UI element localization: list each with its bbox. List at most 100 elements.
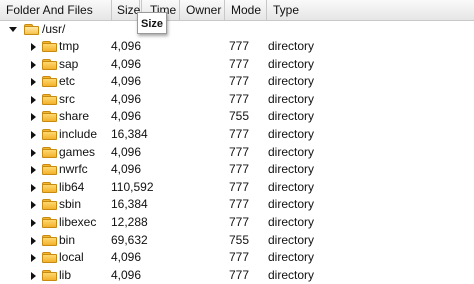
entry-size: 4,096 — [111, 74, 142, 89]
folder-icon — [42, 93, 57, 105]
folder-icon — [42, 58, 57, 70]
entry-type: directory — [268, 91, 315, 106]
entry-type: directory — [268, 144, 315, 159]
entry-mode: 777 — [229, 74, 250, 89]
expand-arrow-icon[interactable] — [9, 27, 17, 32]
tree-row[interactable]: libexec 12,288 777 directory — [0, 214, 474, 232]
collapse-arrow-icon[interactable] — [31, 218, 36, 227]
entry-name: local — [59, 250, 84, 265]
collapse-arrow-icon[interactable] — [31, 130, 36, 139]
header-type[interactable]: Type — [267, 0, 474, 20]
collapse-arrow-icon[interactable] — [31, 183, 36, 192]
folder-icon — [42, 181, 57, 193]
entry-name: lib64 — [59, 179, 85, 194]
entry-name: sbin — [59, 197, 82, 212]
entry-size: 16,384 — [111, 126, 148, 141]
tree-row[interactable]: games 4,096 777 directory — [0, 144, 474, 162]
entry-type: directory — [268, 162, 315, 177]
entry-size: 4,096 — [111, 144, 142, 159]
collapse-arrow-icon[interactable] — [31, 78, 36, 87]
tree-row[interactable]: share 4,096 755 directory — [0, 108, 474, 126]
tree-row[interactable]: sap 4,096 777 directory — [0, 56, 474, 74]
entry-size: 110,592 — [111, 179, 154, 194]
tree-row[interactable]: etc 4,096 777 directory — [0, 73, 474, 91]
entry-name: tmp — [59, 39, 80, 53]
entry-mode: 777 — [229, 39, 250, 53]
entry-mode: 755 — [229, 232, 250, 247]
tree-row[interactable]: include 16,384 777 directory — [0, 126, 474, 144]
tree-row-root[interactable]: /usr/ — [0, 21, 474, 38]
tree-row[interactable]: sbin 16,384 777 directory — [0, 196, 474, 214]
entry-name: lib — [59, 267, 72, 282]
folder-icon — [42, 111, 57, 123]
entry-size: 4,096 — [111, 109, 142, 124]
folder-icon — [42, 76, 57, 88]
entry-size: 4,096 — [111, 56, 142, 71]
entry-mode: 777 — [229, 144, 250, 159]
column-header: Folder And Files Size Time Owner Mode Ty… — [0, 0, 474, 21]
folder-open-icon — [24, 24, 39, 35]
entry-name: bin — [59, 232, 76, 247]
entry-mode: 777 — [229, 179, 250, 194]
tree-row[interactable]: bin 69,632 755 directory — [0, 232, 474, 250]
folder-icon — [42, 234, 57, 246]
entry-type: directory — [268, 179, 315, 194]
folder-icon — [42, 146, 57, 158]
collapse-arrow-icon[interactable] — [31, 148, 36, 157]
entry-type: directory — [268, 214, 315, 229]
entry-mode: 777 — [229, 267, 250, 282]
entry-name: src — [59, 91, 75, 106]
entry-size: 69,632 — [111, 232, 148, 247]
entry-type: directory — [268, 126, 315, 141]
entry-mode: 777 — [229, 214, 250, 229]
folder-icon — [42, 128, 57, 140]
entry-name: libexec — [59, 214, 97, 229]
tree-row[interactable]: src 4,096 777 directory — [0, 91, 474, 109]
tree-row[interactable]: lib 4,096 777 directory — [0, 267, 474, 284]
collapse-arrow-icon[interactable] — [31, 95, 36, 104]
collapse-arrow-icon[interactable] — [31, 236, 36, 245]
entry-mode: 777 — [229, 250, 250, 265]
entry-type: directory — [268, 250, 315, 265]
entry-size: 4,096 — [111, 267, 142, 282]
collapse-arrow-icon[interactable] — [31, 60, 36, 69]
entry-size: 4,096 — [111, 162, 142, 177]
collapse-arrow-icon[interactable] — [31, 113, 36, 122]
entry-mode: 777 — [229, 56, 250, 71]
tree-row[interactable]: local 4,096 777 directory — [0, 249, 474, 267]
entry-size: 4,096 — [111, 39, 142, 53]
entry-name: games — [59, 144, 96, 159]
entry-name: nwrfc — [59, 162, 88, 177]
tree-row[interactable]: nwrfc 4,096 777 directory — [0, 161, 474, 179]
tree-row[interactable]: lib64 110,592 777 directory — [0, 179, 474, 197]
entry-type: directory — [268, 232, 315, 247]
collapse-arrow-icon[interactable] — [31, 271, 36, 280]
file-tree: /usr/ tmp 4,096 777 directory sap 4,096 777 dir… — [0, 21, 474, 284]
header-owner[interactable]: Owner — [180, 0, 225, 20]
collapse-arrow-icon[interactable] — [31, 201, 36, 210]
collapse-arrow-icon[interactable] — [31, 254, 36, 263]
size-tooltip: Size — [137, 12, 167, 34]
folder-icon — [42, 41, 57, 52]
tree-row[interactable]: tmp 4,096 777 directory — [0, 38, 474, 56]
entry-type: directory — [268, 56, 315, 71]
folder-icon — [42, 199, 57, 211]
entry-mode: 755 — [229, 109, 250, 124]
collapse-arrow-icon[interactable] — [31, 43, 36, 51]
entry-name: include — [59, 126, 98, 141]
entry-name: sap — [59, 56, 79, 71]
root-folder-name: /usr/ — [42, 22, 66, 36]
entry-mode: 777 — [229, 162, 250, 177]
entry-mode: 777 — [229, 197, 250, 212]
entry-type: directory — [268, 109, 315, 124]
entry-type: directory — [268, 74, 315, 89]
entry-size: 4,096 — [111, 91, 142, 106]
entry-size: 4,096 — [111, 250, 142, 265]
collapse-arrow-icon[interactable] — [31, 166, 36, 175]
folder-icon — [42, 164, 57, 176]
header-mode[interactable]: Mode — [225, 0, 267, 20]
entry-name: share — [59, 109, 90, 124]
entry-size: 12,288 — [111, 214, 148, 229]
entry-type: directory — [268, 197, 315, 212]
entry-mode: 777 — [229, 126, 250, 141]
